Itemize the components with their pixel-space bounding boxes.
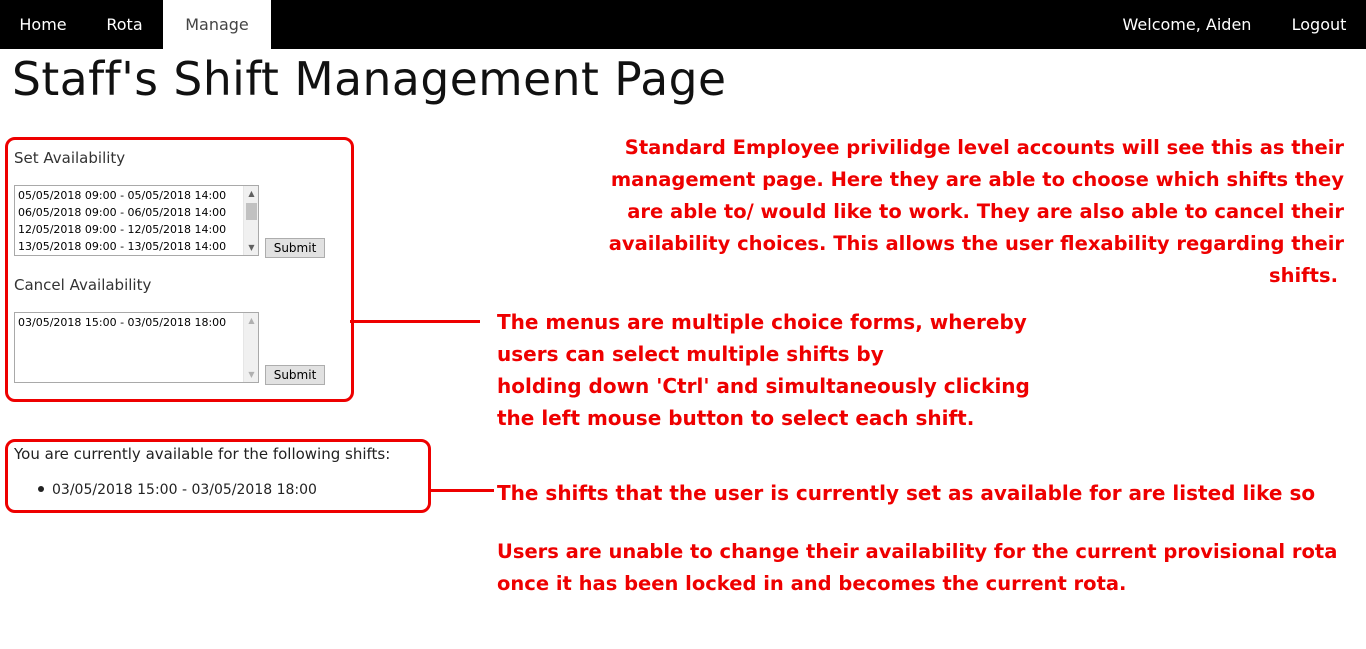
shift-option[interactable]: 03/05/2018 15:00 - 03/05/2018 18:00 xyxy=(15,314,244,331)
available-shifts-heading: You are currently available for the foll… xyxy=(14,445,391,463)
annotation-line: Standard Employee privilidge level accou… xyxy=(624,136,1344,159)
set-availability-label: Set Availability xyxy=(14,149,126,167)
page-title: Staff's Shift Management Page xyxy=(12,52,727,106)
nav-logout-link[interactable]: Logout xyxy=(1272,0,1366,49)
annotation-line: shifts. xyxy=(1269,264,1338,287)
shift-option[interactable]: 06/05/2018 09:00 - 06/05/2018 14:00 xyxy=(15,204,244,221)
scroll-up-arrow-icon[interactable]: ▲ xyxy=(244,186,258,201)
annotation-line: availability choices. This allows the us… xyxy=(608,232,1344,255)
listbox-scrollbar[interactable]: ▲ ▼ xyxy=(243,186,258,255)
cancel-availability-label: Cancel Availability xyxy=(14,276,152,294)
annotation-listed-shifts: The shifts that the user is currently se… xyxy=(497,481,1316,505)
annotation-line: The menus are multiple choice forms, whe… xyxy=(497,310,1027,334)
annotation-line: the left mouse button to select each shi… xyxy=(497,406,975,430)
annotation-multiple-choice: The menus are multiple choice forms, whe… xyxy=(497,306,1057,434)
scroll-down-arrow-icon[interactable]: ▼ xyxy=(244,367,258,382)
available-shift-text: 03/05/2018 15:00 - 03/05/2018 18:00 xyxy=(52,482,317,498)
annotation-line: users can select multiple shifts by xyxy=(497,342,884,366)
annotation-line: once it has been locked in and becomes t… xyxy=(497,572,1127,595)
annotation-line: management page. Here they are able to c… xyxy=(610,168,1344,191)
set-availability-submit-button[interactable]: Submit xyxy=(265,238,325,258)
welcome-user-text: Welcome, Aiden xyxy=(1122,15,1252,34)
listbox-scrollbar[interactable]: ▲ ▼ xyxy=(243,313,258,382)
list-connector-line xyxy=(428,489,494,492)
shift-option[interactable]: 13/05/2018 09:00 - 13/05/2018 14:00 xyxy=(15,238,244,255)
nav-home-link[interactable]: Home xyxy=(0,0,86,49)
scroll-up-arrow-icon[interactable]: ▲ xyxy=(244,313,258,328)
cancel-availability-submit-button[interactable]: Submit xyxy=(265,365,325,385)
nav-manage-link[interactable]: Manage xyxy=(163,0,271,49)
scroll-thumb[interactable] xyxy=(246,203,257,220)
forms-connector-line xyxy=(350,320,480,323)
set-availability-select[interactable]: 05/05/2018 09:00 - 05/05/2018 14:00 06/0… xyxy=(14,185,259,256)
bullet-icon xyxy=(38,486,44,492)
annotation-employee-page: Standard Employee privilidge level accou… xyxy=(604,132,1344,292)
shift-option[interactable]: 05/05/2018 09:00 - 05/05/2018 14:00 xyxy=(15,187,244,204)
top-navbar: Home Rota Manage Welcome, Aiden Logout xyxy=(0,0,1366,49)
shift-option[interactable]: 12/05/2018 09:00 - 12/05/2018 14:00 xyxy=(15,221,244,238)
cancel-availability-select[interactable]: 03/05/2018 15:00 - 03/05/2018 18:00 ▲ ▼ xyxy=(14,312,259,383)
list-item: 03/05/2018 15:00 - 03/05/2018 18:00 xyxy=(38,482,317,498)
annotation-line: Users are unable to change their availab… xyxy=(497,540,1338,563)
annotation-line: are able to/ would like to work. They ar… xyxy=(627,200,1344,223)
scroll-down-arrow-icon[interactable]: ▼ xyxy=(244,240,258,255)
annotation-locked-rota: Users are unable to change their availab… xyxy=(497,536,1357,600)
annotation-line: holding down 'Ctrl' and simultaneously c… xyxy=(497,374,1030,398)
available-shifts-list: 03/05/2018 15:00 - 03/05/2018 18:00 xyxy=(38,482,317,498)
nav-rota-link[interactable]: Rota xyxy=(86,0,163,49)
